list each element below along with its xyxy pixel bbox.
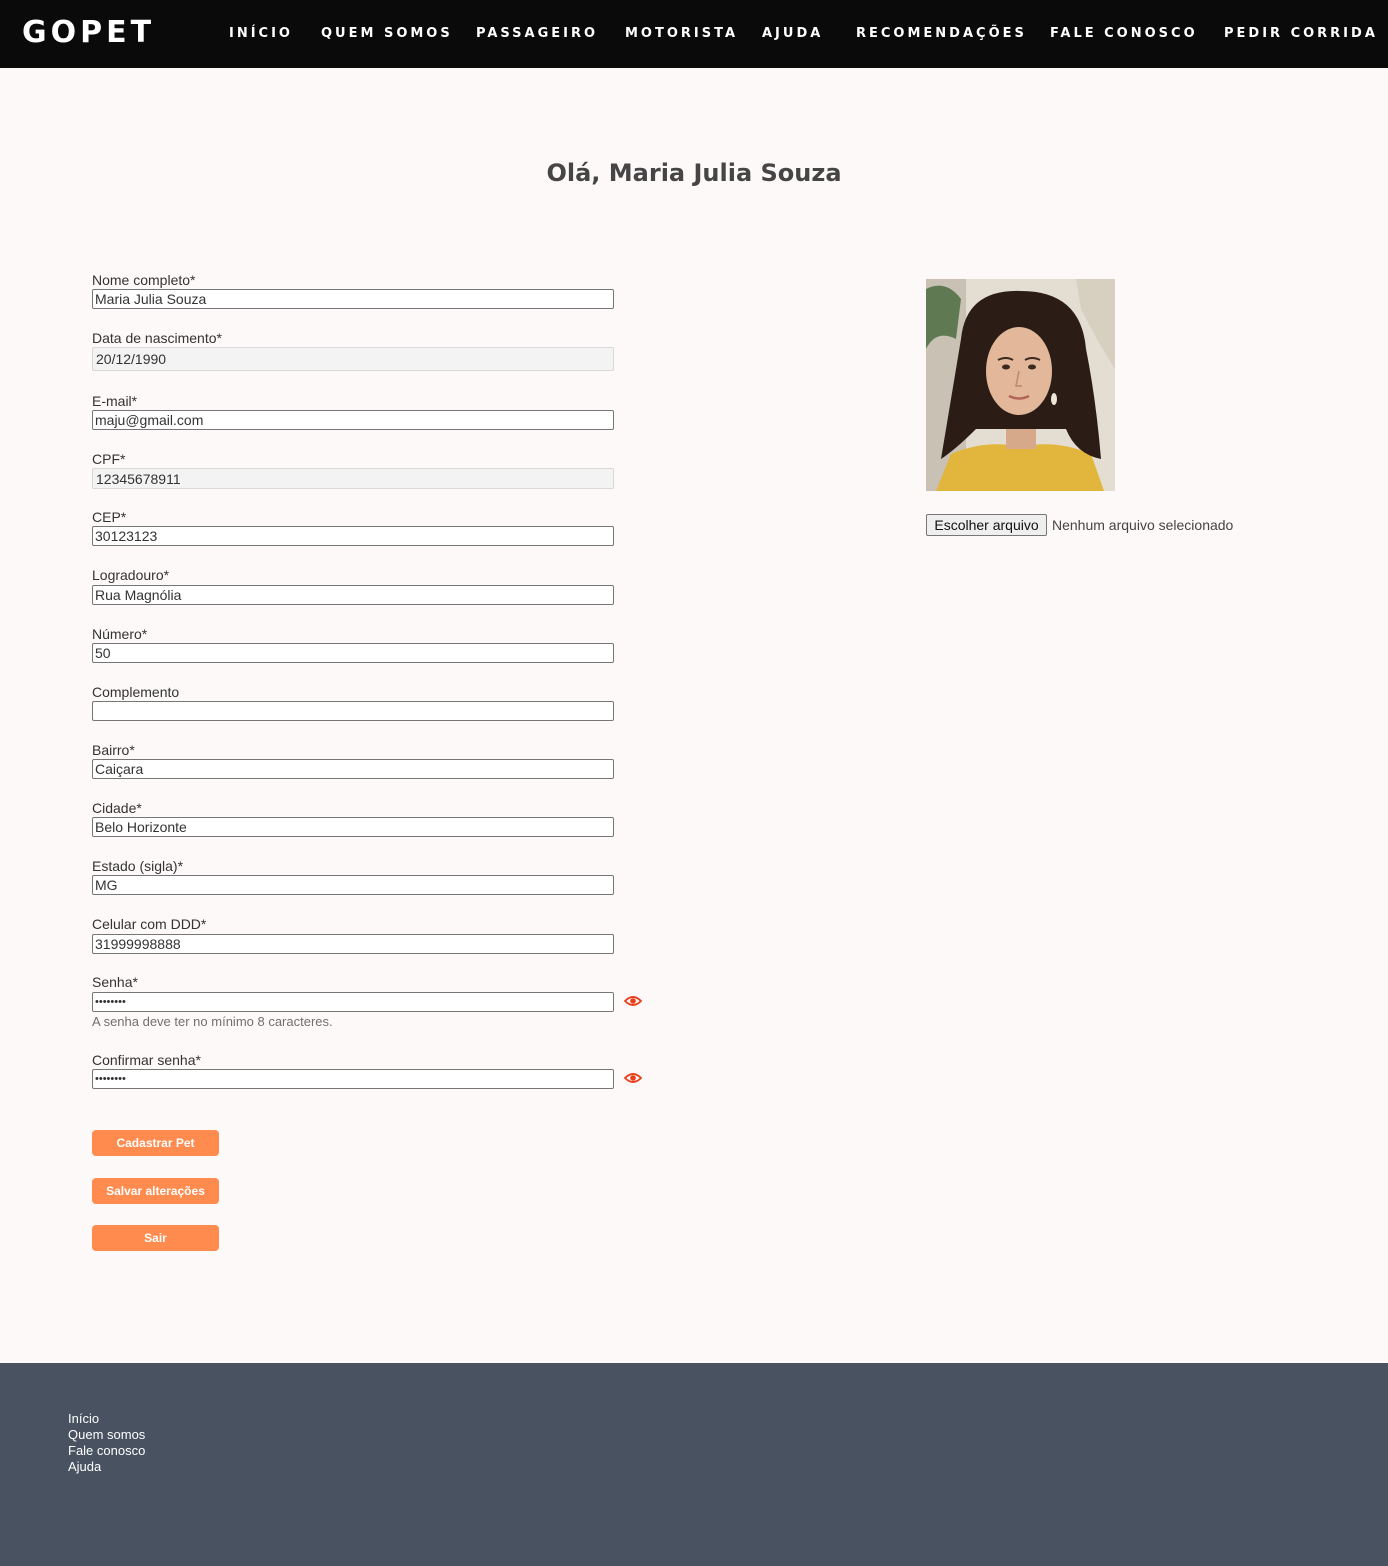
- email-label: E-mail*: [92, 393, 138, 409]
- choose-file-button[interactable]: Escolher arquivo: [926, 514, 1047, 536]
- cadastrar-pet-button[interactable]: Cadastrar Pet: [92, 1130, 219, 1156]
- footer-link-fale-conosco[interactable]: Fale conosco: [68, 1443, 145, 1459]
- cidade-input[interactable]: [92, 817, 614, 837]
- footer-link-quem-somos[interactable]: Quem somos: [68, 1427, 145, 1443]
- nav-item-inicio[interactable]: INÍCIO: [229, 25, 293, 43]
- celular-label: Celular com DDD*: [92, 916, 207, 932]
- eye-icon[interactable]: [624, 995, 642, 1007]
- logo[interactable]: GOPET: [22, 14, 155, 52]
- nascimento-input: [92, 347, 614, 371]
- estado-label: Estado (sigla)*: [92, 858, 184, 874]
- nav-item-recomendacoes[interactable]: RECOMENDAÇÕES: [856, 25, 1027, 43]
- sair-button[interactable]: Sair: [92, 1225, 219, 1251]
- profile-photo: [926, 279, 1115, 491]
- senha-label: Senha*: [92, 974, 138, 990]
- page-title: Olá, Maria Julia Souza: [546, 159, 842, 187]
- nav-item-quem-somos[interactable]: QUEM SOMOS: [321, 25, 453, 43]
- numero-input[interactable]: [92, 643, 614, 663]
- logradouro-input[interactable]: [92, 585, 614, 605]
- complemento-label: Complemento: [92, 684, 180, 700]
- complemento-input[interactable]: [92, 701, 614, 721]
- nav-item-motorista[interactable]: MOTORISTA: [625, 25, 738, 43]
- celular-input[interactable]: [92, 934, 614, 954]
- top-navbar: GOPET INÍCIO QUEM SOMOS PASSAGEIRO MOTOR…: [0, 0, 1388, 68]
- nome-label: Nome completo*: [92, 272, 196, 288]
- nascimento-label: Data de nascimento*: [92, 330, 222, 346]
- nav-item-ajuda[interactable]: AJUDA: [762, 25, 823, 43]
- nome-input[interactable]: [92, 289, 614, 309]
- bairro-input[interactable]: [92, 759, 614, 779]
- footer-link-inicio[interactable]: Início: [68, 1411, 99, 1427]
- senha-input[interactable]: [92, 992, 614, 1012]
- password-hint: A senha deve ter no mínimo 8 caracteres.: [92, 1014, 333, 1029]
- logradouro-label: Logradouro*: [92, 567, 170, 583]
- cpf-input: [92, 468, 614, 489]
- footer-link-ajuda[interactable]: Ajuda: [68, 1459, 101, 1475]
- cep-label: CEP*: [92, 509, 127, 525]
- confirmar-senha-label: Confirmar senha*: [92, 1052, 201, 1068]
- numero-label: Número*: [92, 626, 148, 642]
- salvar-alteracoes-button[interactable]: Salvar alterações: [92, 1178, 219, 1204]
- confirmar-senha-input[interactable]: [92, 1069, 614, 1089]
- footer: Início Quem somos Fale conosco Ajuda: [0, 1363, 1388, 1566]
- file-status: Nenhum arquivo selecionado: [1052, 517, 1234, 533]
- eye-icon[interactable]: [624, 1072, 642, 1084]
- cpf-label: CPF*: [92, 451, 126, 467]
- cidade-label: Cidade*: [92, 800, 142, 816]
- email-input[interactable]: [92, 410, 614, 430]
- cep-input[interactable]: [92, 526, 614, 546]
- estado-input[interactable]: [92, 875, 614, 895]
- bairro-label: Bairro*: [92, 742, 135, 758]
- nav-item-fale-conosco[interactable]: FALE CONOSCO: [1050, 25, 1198, 43]
- nav-item-passageiro[interactable]: PASSAGEIRO: [476, 25, 598, 43]
- nav-item-pedir-corrida[interactable]: PEDIR CORRIDA: [1224, 25, 1378, 43]
